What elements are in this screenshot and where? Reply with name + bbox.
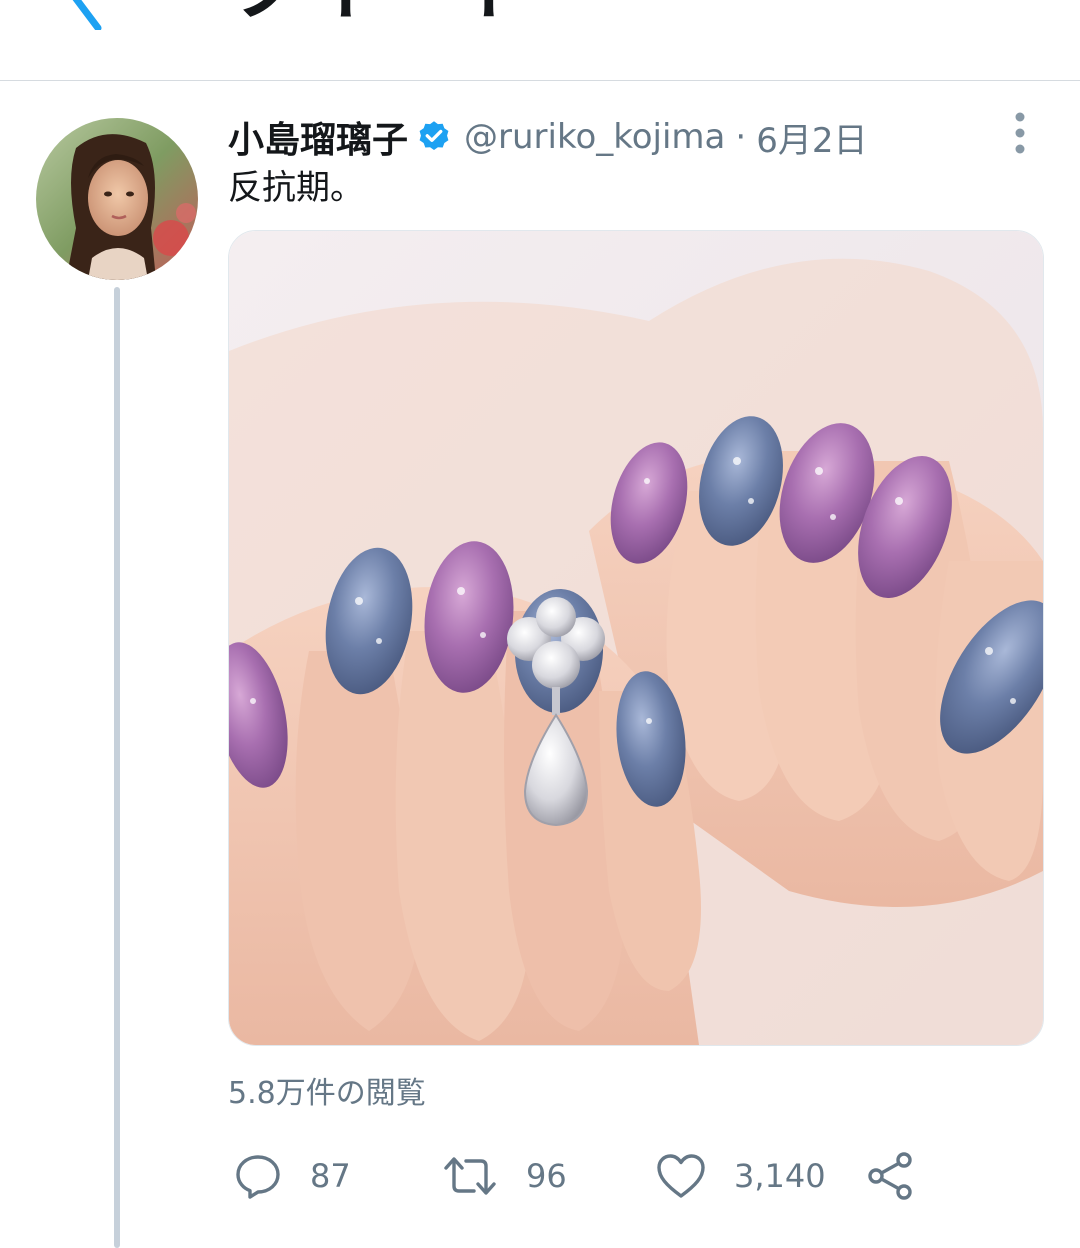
app-header: ツイート <box>0 0 1080 81</box>
tweet-actions: 87 96 3,140 <box>228 1144 948 1208</box>
more-vertical-icon <box>1015 112 1025 154</box>
reply-count: 87 <box>310 1157 351 1195</box>
heart-icon <box>657 1154 705 1198</box>
verified-badge-icon <box>416 119 452 155</box>
retweet-count: 96 <box>526 1157 567 1195</box>
thread-line <box>114 287 120 1248</box>
avatar[interactable] <box>36 118 198 280</box>
display-name[interactable]: 小島瑠璃子 <box>228 111 408 163</box>
back-button[interactable] <box>40 0 130 30</box>
avatar-photo <box>36 118 198 280</box>
separator-dot: · <box>735 117 747 157</box>
share-button[interactable] <box>866 1144 916 1208</box>
like-button[interactable]: 3,140 <box>656 1144 826 1208</box>
more-options-button[interactable] <box>1000 108 1040 158</box>
tweet-timestamp[interactable]: 6月2日 <box>756 113 867 162</box>
tweet-header: 小島瑠璃子 @ruriko_kojima · 6月2日 <box>228 110 867 164</box>
user-handle[interactable]: @ruriko_kojima <box>464 117 725 157</box>
reply-button[interactable]: 87 <box>234 1144 351 1208</box>
nail-art-video-frame <box>229 231 1043 1045</box>
view-count: 5.8万件の閲覧 <box>228 1076 426 1111</box>
reply-icon <box>236 1155 280 1199</box>
chevron-left-icon <box>72 0 102 30</box>
retweet-button[interactable]: 96 <box>442 1144 567 1208</box>
like-count: 3,140 <box>734 1157 826 1195</box>
tweet-text: 反抗期。 <box>228 168 364 208</box>
share-icon <box>868 1152 912 1200</box>
tweet-media-video[interactable] <box>228 230 1044 1046</box>
page-title: ツイート <box>226 0 538 32</box>
retweet-icon <box>444 1157 496 1195</box>
